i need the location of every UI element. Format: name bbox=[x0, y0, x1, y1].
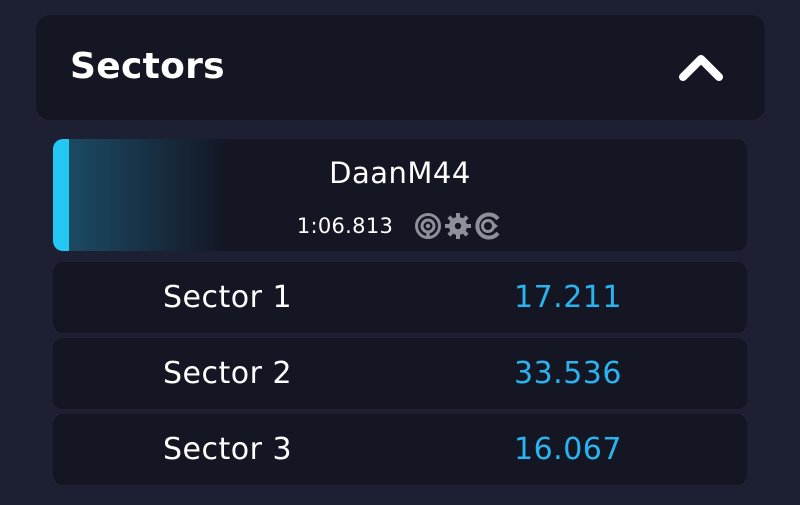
sector-label: Sector 1 bbox=[163, 280, 293, 315]
sectors-header[interactable]: Sectors bbox=[36, 15, 765, 120]
lap-info: 1:06.813 bbox=[53, 211, 747, 241]
abs-icon bbox=[473, 211, 503, 241]
sector-label: Sector 3 bbox=[163, 432, 293, 467]
sector-row-2: Sector 2 33.536 bbox=[53, 338, 747, 409]
sector-row-1: Sector 1 17.211 bbox=[53, 262, 747, 333]
sector-row-3: Sector 3 16.067 bbox=[53, 414, 747, 485]
driver-card[interactable]: DaanM44 1:06.813 bbox=[53, 139, 747, 251]
gear-icon bbox=[443, 211, 473, 241]
collapse-button[interactable] bbox=[673, 47, 729, 87]
sector-label: Sector 2 bbox=[163, 356, 293, 391]
sector-time: 33.536 bbox=[514, 356, 622, 391]
sector-time: 17.211 bbox=[514, 280, 622, 315]
steering-wheel-icon bbox=[413, 211, 443, 241]
header-title: Sectors bbox=[70, 46, 225, 87]
chevron-up-icon bbox=[679, 55, 723, 81]
sector-time: 16.067 bbox=[514, 432, 622, 467]
driver-name: DaanM44 bbox=[329, 156, 471, 190]
lap-time: 1:06.813 bbox=[296, 214, 394, 238]
